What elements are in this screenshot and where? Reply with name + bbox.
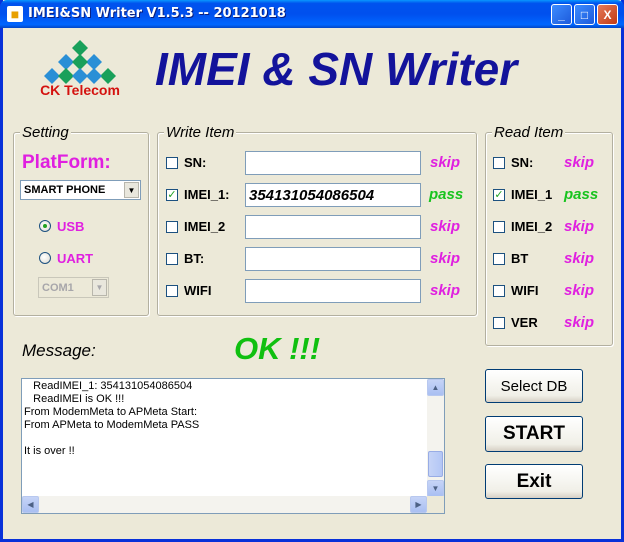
read-bt-status: skip [564,250,595,267]
read-ver-label: VER [511,315,538,330]
select-db-button[interactable]: Select DB [485,369,583,403]
write-bt-input[interactable] [246,248,420,270]
horizontal-scrollbar[interactable]: ◀ ▶ [22,496,427,513]
write-sn-checkbox[interactable] [166,157,178,169]
title-bar[interactable]: ■ IMEI&SN Writer V1.5.3 -- 20121018 _ □ … [0,0,624,28]
vertical-scrollbar[interactable]: ▲ ▼ [427,379,444,497]
chevron-down-icon[interactable]: ▼ [92,279,107,296]
window-title: IMEI&SN Writer V1.5.3 -- 20121018 [28,6,286,21]
write-wifi-checkbox[interactable] [166,285,178,297]
write-sn-input[interactable] [246,152,420,174]
scroll-down-icon[interactable]: ▼ [427,480,444,497]
read-item-legend: Read Item [492,124,566,141]
write-imei2-label: IMEI_2 [184,219,226,234]
write-item-legend: Write Item [164,124,237,141]
read-wifi-status: skip [564,282,595,299]
platform-label: PlatForm: [22,152,111,173]
scroll-thumb[interactable] [428,451,443,477]
message-log[interactable]: ReadIMEI_1: 354131054086504 ReadIMEI is … [21,378,445,514]
log-line: From APMeta to ModemMeta PASS [24,419,200,431]
write-imei1-status: pass [429,186,464,203]
start-label: START [503,423,565,444]
read-wifi-checkbox[interactable] [493,285,505,297]
log-line: ReadIMEI_1: 354131054086504 [24,380,193,392]
write-wifi-status: skip [430,282,461,299]
app-icon: ■ [7,6,23,22]
read-imei2-label: IMEI_2 [511,219,553,234]
write-imei2-field[interactable] [245,215,421,239]
read-sn-checkbox[interactable] [493,157,505,169]
exit-label: Exit [516,470,552,492]
log-line: ReadIMEI is OK !!! [24,393,125,405]
write-imei2-checkbox[interactable] [166,221,178,233]
usb-radio[interactable] [39,220,51,232]
scroll-right-icon[interactable]: ▶ [410,496,427,513]
platform-select-value: SMART PHONE [24,184,106,196]
log-line: It is over !! [24,445,75,457]
read-imei2-status: skip [564,218,595,235]
com-port-value: COM1 [42,281,74,294]
read-sn-status: skip [564,154,595,171]
write-imei1-field[interactable] [245,183,421,207]
write-bt-field[interactable] [245,247,421,271]
close-icon: X [603,7,612,22]
read-imei2-checkbox[interactable] [493,221,505,233]
close-button[interactable]: X [597,4,618,25]
write-bt-status: skip [430,250,461,267]
app-heading: IMEI & SN Writer [155,43,518,95]
minimize-icon: _ [558,7,565,22]
result-status: OK !!! [234,331,321,366]
write-imei1-input[interactable] [246,184,420,206]
write-imei2-status: skip [430,218,461,235]
read-imei1-status: pass [564,186,599,203]
exit-button[interactable]: Exit [485,464,583,499]
maximize-button[interactable]: □ [574,4,595,25]
select-db-label: Select DB [500,377,568,395]
read-bt-checkbox[interactable] [493,253,505,265]
write-sn-label: SN: [184,155,207,170]
write-imei1-checkbox[interactable]: ✓ [166,189,178,201]
maximize-icon: □ [580,7,589,22]
read-sn-label: SN: [511,155,534,170]
message-label: Message: [22,341,96,360]
uart-label: UART [57,251,94,266]
main-window: ■ IMEI&SN Writer V1.5.3 -- 20121018 _ □ … [0,0,624,542]
chevron-down-icon[interactable]: ▼ [124,182,139,198]
log-line: From ModemMeta to APMeta Start: [24,406,198,418]
write-imei1-label: IMEI_1: [184,187,230,202]
logo-text: CK Telecom [40,82,120,98]
uart-radio[interactable] [39,252,51,264]
write-wifi-field[interactable] [245,279,421,303]
scroll-up-icon[interactable]: ▲ [427,379,444,396]
write-imei2-input[interactable] [246,216,420,238]
write-sn-status: skip [430,154,461,171]
read-ver-checkbox[interactable] [493,317,505,329]
write-bt-checkbox[interactable] [166,253,178,265]
read-bt-label: BT [511,251,529,266]
write-wifi-input[interactable] [246,280,420,302]
start-button[interactable]: START [485,416,583,452]
platform-select[interactable]: SMART PHONE ▼ [20,180,141,200]
minimize-button[interactable]: _ [551,4,572,25]
write-wifi-label: WIFI [184,283,212,298]
read-imei1-checkbox[interactable]: ✓ [493,189,505,201]
message-lines: ReadIMEI_1: 354131054086504 ReadIMEI is … [24,380,426,458]
read-ver-status: skip [564,314,595,331]
setting-legend: Setting [20,124,71,141]
scroll-left-icon[interactable]: ◀ [22,496,39,513]
scroll-corner [427,496,444,513]
read-imei1-label: IMEI_1 [511,187,553,202]
write-sn-field[interactable] [245,151,421,175]
usb-label: USB [57,219,85,234]
read-wifi-label: WIFI [511,283,539,298]
com-port-select[interactable]: COM1 ▼ [38,277,109,298]
write-bt-label: BT: [184,251,205,266]
